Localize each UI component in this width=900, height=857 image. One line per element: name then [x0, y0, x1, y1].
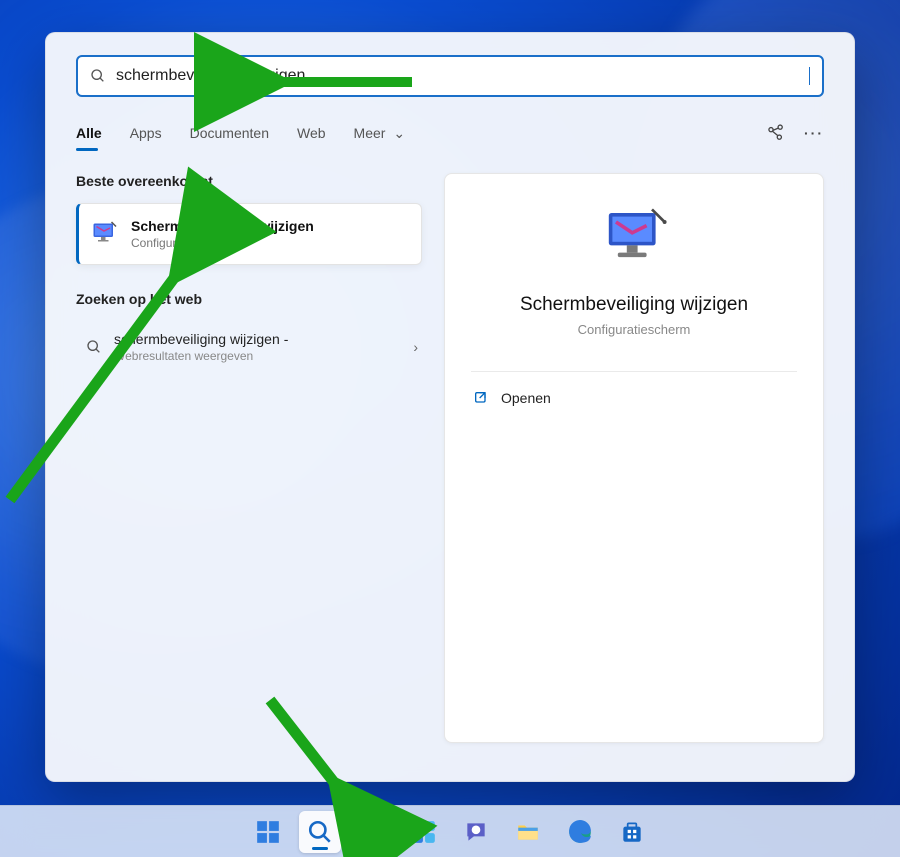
widgets-icon — [411, 819, 437, 845]
windows-search-panel: Alle Apps Documenten Web Meer ⌄ ··· Best… — [45, 32, 855, 782]
taskbar — [0, 805, 900, 857]
microsoft-store-button[interactable] — [611, 811, 653, 853]
search-tabs: Alle Apps Documenten Web Meer ⌄ ··· — [76, 123, 824, 143]
store-icon — [619, 819, 645, 845]
taskbar-search-button[interactable] — [299, 811, 341, 853]
best-match-title: Schermbeveiliging wijzigen — [131, 218, 314, 234]
tab-documents[interactable]: Documenten — [190, 125, 269, 141]
preview-category: Configuratiescherm — [578, 322, 691, 337]
search-web-header: Zoeken op het web — [76, 291, 422, 307]
divider — [471, 371, 797, 372]
tab-more-label: Meer — [354, 125, 386, 141]
tab-all[interactable]: Alle — [76, 125, 102, 141]
search-icon — [307, 819, 333, 845]
search-icon — [86, 339, 102, 355]
search-box[interactable] — [76, 55, 824, 97]
edge-icon — [567, 819, 593, 845]
open-label: Openen — [501, 390, 551, 406]
preview-title: Schermbeveiliging wijzigen — [520, 294, 748, 316]
folder-icon — [515, 819, 541, 845]
share-across-devices-icon[interactable] — [766, 123, 786, 143]
screensaver-icon — [598, 204, 670, 276]
task-view-button[interactable] — [351, 811, 393, 853]
widgets-button[interactable] — [403, 811, 445, 853]
best-match-category: Configuratiescherm — [131, 236, 314, 250]
tab-web[interactable]: Web — [297, 125, 326, 141]
open-action[interactable]: Openen — [471, 382, 797, 414]
chevron-down-icon: ⌄ — [393, 125, 405, 141]
text-caret — [809, 67, 810, 85]
file-explorer-button[interactable] — [507, 811, 549, 853]
start-button[interactable] — [247, 811, 289, 853]
best-match-result[interactable]: Schermbeveiliging wijzigen Configuraties… — [76, 203, 422, 265]
edge-button[interactable] — [559, 811, 601, 853]
result-preview-card: Schermbeveiliging wijzigen Configuraties… — [444, 173, 824, 743]
more-options-icon[interactable]: ··· — [804, 125, 824, 141]
chat-icon — [463, 819, 489, 845]
open-external-icon — [473, 390, 489, 406]
chevron-right-icon: › — [413, 339, 418, 355]
web-result[interactable]: schermbeveiliging wijzigen - Webresultat… — [76, 321, 422, 373]
web-result-dash: - — [284, 331, 289, 347]
web-result-subtitle: Webresultaten weergeven — [114, 349, 401, 363]
search-icon — [90, 68, 106, 84]
windows-logo-icon — [255, 819, 281, 845]
tab-more[interactable]: Meer ⌄ — [354, 125, 406, 142]
web-result-query: schermbeveiliging wijzigen — [114, 331, 280, 347]
task-view-icon — [359, 819, 385, 845]
best-match-header: Beste overeenkomst — [76, 173, 422, 189]
search-input[interactable] — [116, 67, 799, 85]
screensaver-icon — [89, 219, 119, 249]
tab-apps[interactable]: Apps — [130, 125, 162, 141]
chat-button[interactable] — [455, 811, 497, 853]
